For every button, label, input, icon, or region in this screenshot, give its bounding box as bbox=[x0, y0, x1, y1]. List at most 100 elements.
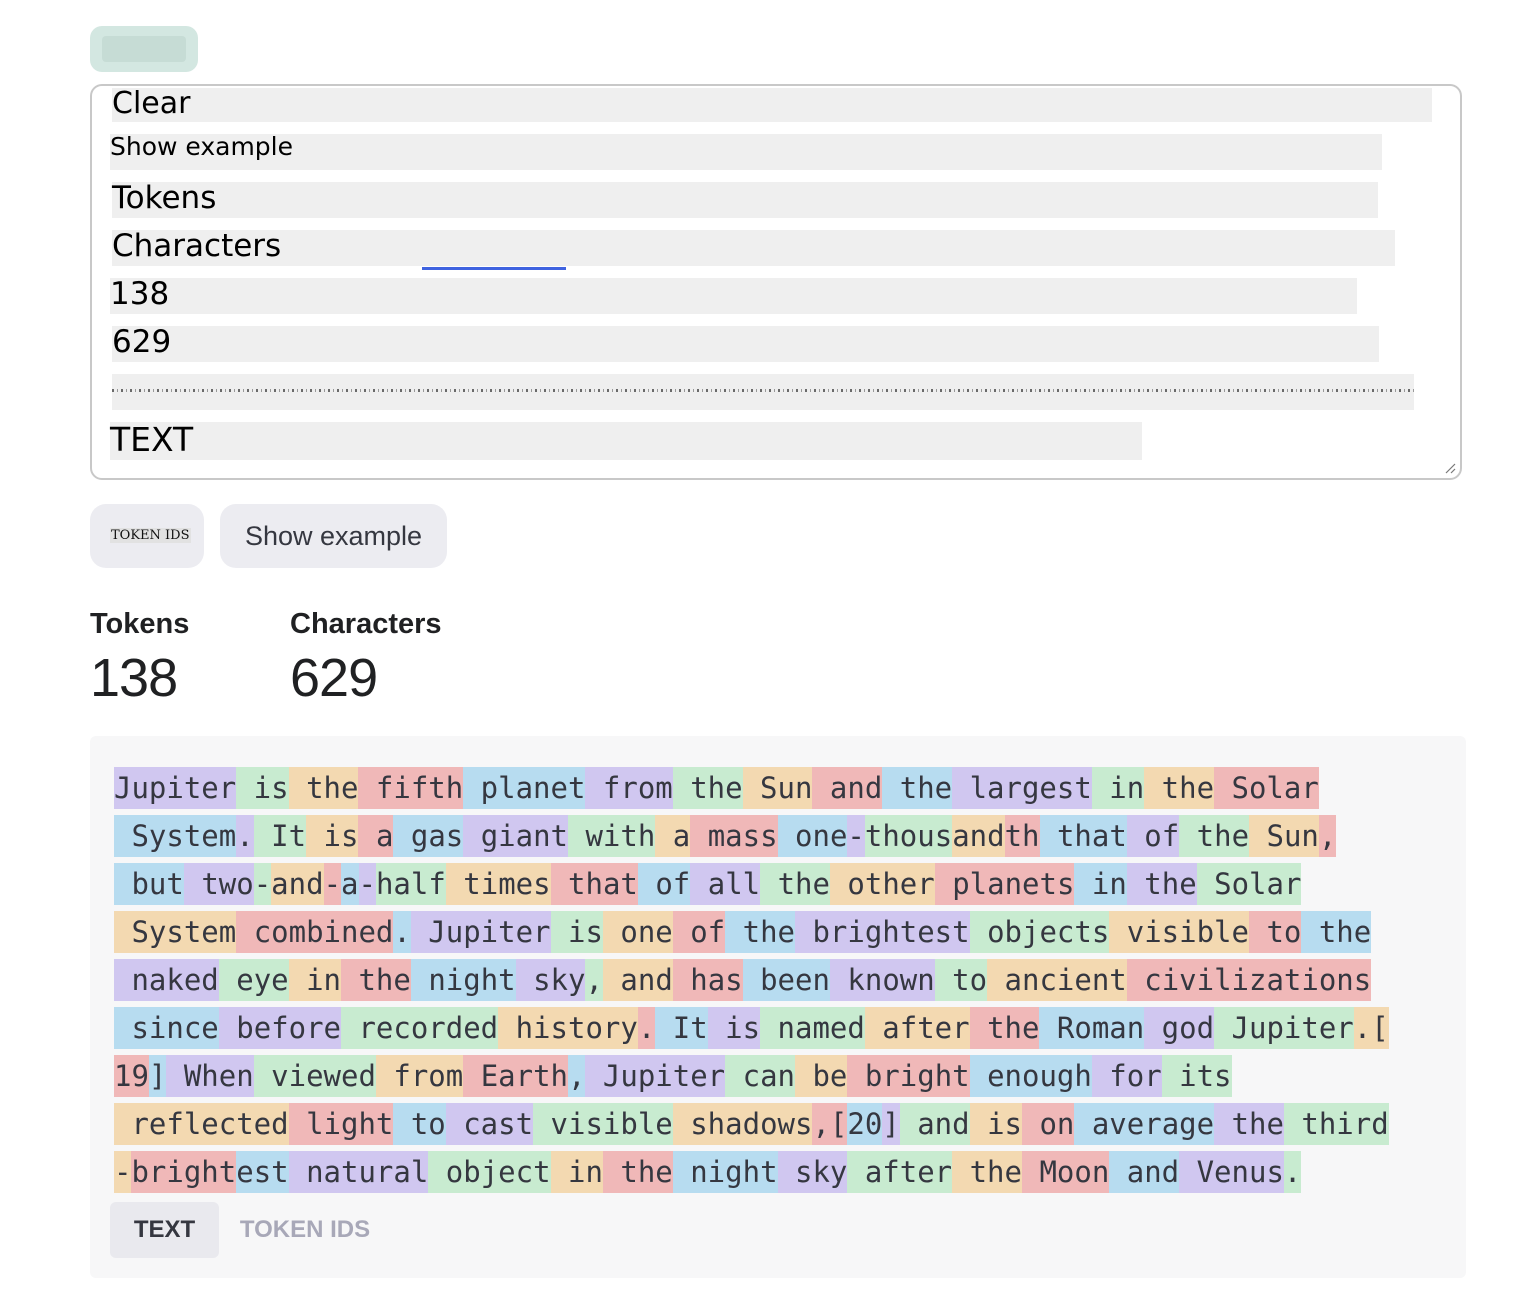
token: after bbox=[864, 1007, 970, 1049]
token: third bbox=[1283, 1103, 1389, 1145]
token: cast bbox=[445, 1103, 534, 1145]
token: - bbox=[323, 863, 342, 905]
tab-text[interactable]: TEXT bbox=[110, 1202, 219, 1258]
token: times bbox=[445, 863, 551, 905]
token: natural bbox=[288, 1151, 429, 1193]
token: visible bbox=[1109, 911, 1249, 953]
token: and bbox=[952, 815, 1005, 857]
resize-handle-icon[interactable] bbox=[1444, 462, 1456, 474]
token: a bbox=[655, 815, 691, 857]
tab-token-ids[interactable]: TOKEN IDS bbox=[230, 1202, 380, 1258]
token: visible bbox=[533, 1103, 673, 1145]
token: naked bbox=[114, 959, 219, 1001]
token: since bbox=[114, 1007, 219, 1049]
token: from bbox=[585, 767, 673, 809]
token: - bbox=[847, 815, 865, 857]
token: enough bbox=[969, 1055, 1092, 1097]
characters-label: Characters bbox=[290, 608, 442, 640]
token: its bbox=[1161, 1055, 1232, 1097]
token: Moon bbox=[1021, 1151, 1110, 1193]
text-cursor-underline bbox=[422, 267, 566, 270]
prompt-textarea[interactable]: Clear Show example Tokens Characters 138… bbox=[90, 84, 1462, 480]
token: from bbox=[375, 1055, 464, 1097]
tokens-label: Tokens bbox=[90, 608, 190, 640]
token: all bbox=[690, 863, 761, 905]
clear-button[interactable] bbox=[90, 26, 198, 72]
token: can bbox=[725, 1055, 795, 1097]
token: It bbox=[253, 815, 307, 857]
token: Jupiter bbox=[410, 911, 551, 953]
token: is bbox=[550, 911, 603, 953]
token: Roman bbox=[1039, 1007, 1145, 1049]
token: ] bbox=[148, 1055, 167, 1097]
token: Solar bbox=[1196, 863, 1302, 905]
token: is bbox=[306, 815, 359, 857]
token: sky bbox=[515, 959, 586, 1001]
token: the bbox=[602, 1151, 673, 1193]
token: est bbox=[236, 1151, 289, 1193]
token-ids-button[interactable]: TOKEN IDS bbox=[90, 504, 204, 568]
token: for bbox=[1091, 1055, 1162, 1097]
token: the bbox=[288, 767, 359, 809]
token: to bbox=[934, 959, 988, 1001]
token: Solar bbox=[1214, 767, 1319, 809]
token: gas bbox=[393, 815, 464, 857]
token: Jupiter bbox=[114, 767, 237, 809]
textarea-line: Tokens bbox=[112, 180, 1378, 218]
token: bright bbox=[131, 1151, 237, 1193]
token: .[ bbox=[1353, 1007, 1389, 1049]
token: is bbox=[707, 1007, 761, 1049]
tokenized-text: Jupiter is the fifth planet from the Sun… bbox=[114, 764, 1454, 1196]
token: the bbox=[1214, 1103, 1284, 1145]
token: and bbox=[899, 1103, 970, 1145]
textarea-line: Clear bbox=[112, 86, 1432, 122]
token: and bbox=[1109, 1151, 1180, 1193]
token: Jupiter bbox=[1214, 1007, 1354, 1049]
token: Jupiter bbox=[585, 1055, 726, 1097]
token: history bbox=[498, 1007, 638, 1049]
token: the bbox=[1144, 767, 1215, 809]
token: ,[ bbox=[812, 1103, 848, 1145]
token: - bbox=[358, 863, 376, 905]
token: of bbox=[637, 863, 691, 905]
token: and bbox=[271, 863, 324, 905]
characters-count: 629 bbox=[290, 648, 378, 708]
token: god bbox=[1144, 1007, 1215, 1049]
token: night bbox=[672, 1151, 778, 1193]
token: Venus bbox=[1179, 1151, 1284, 1193]
token: two bbox=[183, 863, 254, 905]
token: bright bbox=[847, 1055, 970, 1097]
token: of bbox=[672, 911, 726, 953]
token: and bbox=[812, 767, 883, 809]
token: planet bbox=[463, 767, 586, 809]
token: combined bbox=[236, 911, 394, 953]
token: in bbox=[550, 1151, 603, 1193]
token: half bbox=[375, 863, 446, 905]
token: a bbox=[358, 815, 394, 857]
tokens-stat: Tokens 138 bbox=[90, 608, 189, 709]
token: objects bbox=[969, 911, 1110, 953]
token: to bbox=[393, 1103, 446, 1145]
clear-button-placeholder bbox=[102, 36, 186, 62]
token: one bbox=[777, 815, 848, 857]
token: giant bbox=[463, 815, 569, 857]
token-ids-button-label: TOKEN IDS bbox=[110, 528, 191, 543]
token: 19 bbox=[114, 1055, 149, 1097]
token: viewed bbox=[253, 1055, 376, 1097]
textarea-line: 138 bbox=[110, 276, 1357, 314]
token: named bbox=[760, 1007, 865, 1049]
token: to bbox=[1248, 911, 1302, 953]
token: known bbox=[829, 959, 935, 1001]
token: eye bbox=[218, 959, 289, 1001]
tokens-count: 138 bbox=[90, 648, 178, 708]
token: the bbox=[725, 911, 795, 953]
token: sky bbox=[777, 1151, 848, 1193]
token: Sun bbox=[742, 767, 813, 809]
token: that bbox=[1039, 815, 1127, 857]
token: is bbox=[969, 1103, 1022, 1145]
token: that bbox=[550, 863, 638, 905]
textarea-line: Show example bbox=[110, 132, 1382, 170]
token: after bbox=[847, 1151, 953, 1193]
show-example-button[interactable]: Show example bbox=[220, 504, 447, 568]
token: planets bbox=[934, 863, 1075, 905]
